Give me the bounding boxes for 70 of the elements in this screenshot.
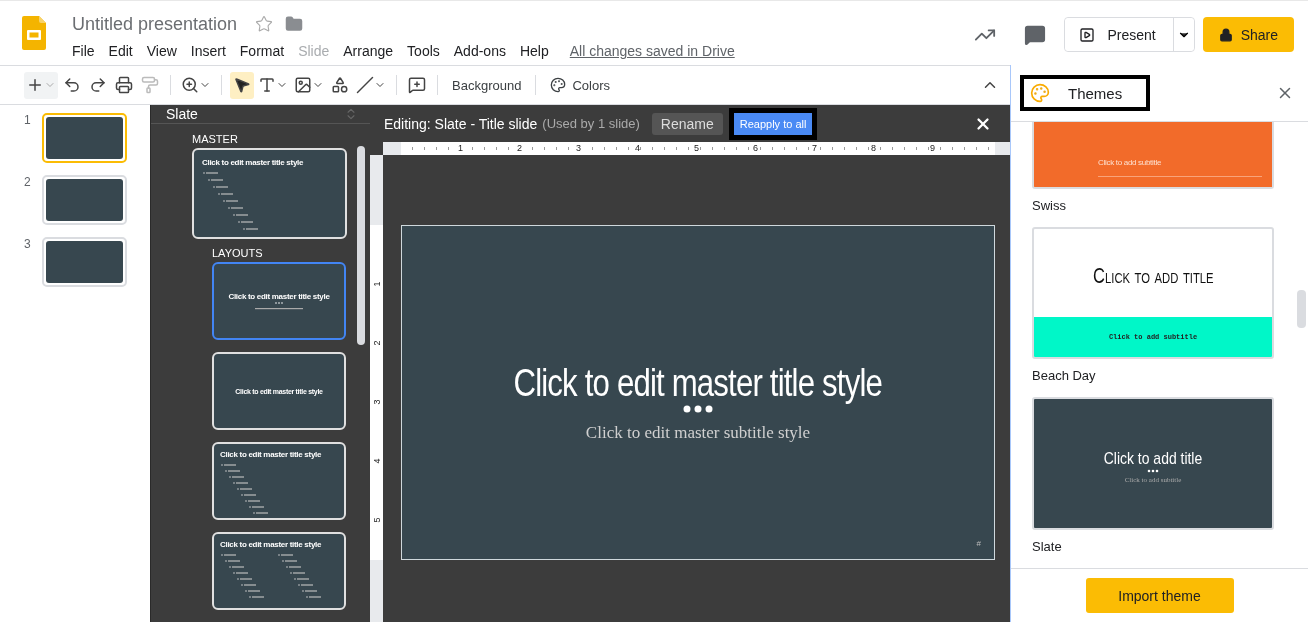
scrollbar[interactable] — [357, 146, 365, 345]
slide-number: 2 — [23, 175, 32, 189]
slide-title[interactable]: Click to edit master title style — [513, 362, 883, 405]
background-button[interactable]: Background — [446, 77, 528, 93]
palette-icon — [1030, 83, 1050, 103]
slide-thumbnail[interactable] — [42, 237, 127, 287]
palette-icon — [550, 77, 567, 93]
slide-number: 1 — [23, 113, 32, 127]
scrollbar[interactable] — [1297, 290, 1306, 328]
present-options-button[interactable] — [1172, 18, 1194, 51]
ruler-number: 5 — [371, 517, 382, 523]
slide-number: 3 — [23, 237, 32, 251]
theme-title: Click to add title — [1092, 263, 1214, 290]
layout-title: Click to edit master title style — [228, 291, 330, 301]
theme-name: Swiss — [1032, 198, 1067, 214]
menu-item[interactable]: Edit — [101, 41, 140, 61]
editing-label: Editing: Slate - Title slide — [384, 115, 538, 132]
bullet-lines-drawing — [220, 551, 265, 599]
comment-icon[interactable] — [1024, 23, 1047, 46]
theme-name: Slate — [1032, 539, 1063, 554]
menu-item[interactable]: Help — [512, 41, 556, 61]
star-icon[interactable] — [255, 15, 274, 33]
dots-icon — [683, 405, 713, 413]
bullet-lines-drawing — [277, 551, 322, 599]
play-icon — [1079, 26, 1096, 43]
section-heading: LAYOUTS — [212, 247, 264, 259]
save-status-link[interactable]: All changes saved in Drive — [569, 43, 735, 59]
page-number: # — [976, 539, 981, 548]
select-tool-icon[interactable] — [230, 71, 254, 99]
menu-item[interactable]: Insert — [183, 41, 233, 61]
theme-name: Slate — [166, 106, 198, 122]
layout-thumbnail[interactable]: Click to edit master title style — [212, 262, 346, 340]
layout-title: Click to edit master title style — [220, 450, 323, 459]
section-heading: MASTER — [192, 133, 239, 145]
panel-title: Themes — [1068, 84, 1123, 102]
menu-item[interactable]: Add-ons — [446, 41, 513, 61]
slide-subtitle[interactable]: Click to edit master subtitle style — [585, 423, 811, 443]
slide-thumbnail[interactable] — [42, 113, 127, 163]
ruler-number: 1 — [371, 281, 382, 287]
theme-name: Beach Day — [1032, 368, 1097, 384]
folder-icon[interactable] — [285, 15, 304, 33]
import-theme-button[interactable]: Import theme — [1085, 578, 1234, 613]
theme-subtitle: Click to add subtitle — [1098, 158, 1163, 168]
ruler-number: 2 — [371, 340, 382, 346]
rename-button[interactable]: Rename — [651, 112, 723, 135]
layout-thumbnail[interactable]: Click to edit master title style — [212, 532, 346, 610]
menu-item[interactable]: File — [65, 41, 102, 61]
menu-item[interactable]: Tools — [400, 41, 447, 61]
document-title[interactable]: Untitled presentation — [72, 13, 238, 35]
menu-item[interactable]: Arrange — [336, 41, 401, 61]
colors-button[interactable]: Colors — [544, 77, 616, 93]
usage-note: (Used by 1 slide) — [542, 116, 640, 131]
plus-icon — [26, 76, 44, 94]
bullet-lines-drawing — [220, 461, 269, 515]
master-title: Click to edit master title style — [202, 158, 305, 167]
menu-item[interactable]: View — [139, 41, 184, 61]
menu-item[interactable]: Format — [232, 41, 292, 61]
bullet-lines-drawing — [202, 169, 259, 231]
layout-thumbnail[interactable]: Click to edit master title style — [212, 442, 346, 520]
new-slide-button[interactable] — [24, 71, 58, 99]
theme-title: Click to add title — [1103, 449, 1203, 470]
master-thumbnail[interactable]: Click to edit master title style — [192, 148, 347, 239]
dots-icon — [1147, 469, 1159, 474]
lock-icon — [1218, 27, 1233, 42]
ruler-number: 4 — [371, 458, 382, 464]
slide-canvas[interactable]: Click to edit master title style Click to edit master subtitle style # — [401, 225, 995, 560]
layout-title: Click to edit master title style — [220, 540, 323, 549]
ruler-number: 3 — [371, 399, 382, 405]
share-button[interactable]: Share — [1202, 17, 1294, 52]
slide-thumbnail[interactable] — [42, 175, 127, 225]
